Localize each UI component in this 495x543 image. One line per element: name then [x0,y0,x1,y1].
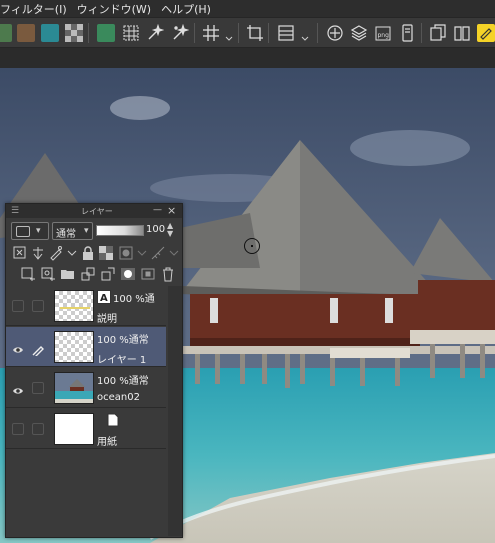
create-mask-icon[interactable] [120,266,136,282]
menu-help[interactable]: ヘルプ(H) [161,1,221,17]
svg-text:A: A [100,293,108,304]
color-swatch-green-icon[interactable] [0,24,12,42]
visibility-toggle[interactable] [12,300,24,312]
chevron-down-icon[interactable] [64,245,80,261]
transfer-down-icon[interactable] [80,266,96,282]
highlight-icon[interactable] [477,24,495,42]
clip-layer-icon[interactable] [12,245,28,261]
reference-layer-icon[interactable] [30,245,46,261]
panel-titlebar[interactable]: ☰ レイヤー — × [6,204,182,218]
phone-preview-icon[interactable] [398,24,416,42]
menu-window[interactable]: ウィンドウ(W) [77,1,161,17]
stack-icon[interactable] [350,24,368,42]
layer-color-select[interactable]: ▾ [11,222,49,240]
book-icon[interactable] [453,24,471,42]
chevron-down-icon[interactable] [166,245,182,261]
command-toolbar: png [0,17,495,48]
visibility-toggle[interactable] [12,423,24,435]
minimize-icon[interactable]: — [153,205,162,215]
chevron-down-icon[interactable] [225,28,233,41]
crop-icon[interactable] [246,24,264,42]
grid-select-icon[interactable] [122,24,140,42]
eye-icon[interactable] [12,382,24,394]
close-icon[interactable]: × [167,204,176,217]
grid-icon[interactable] [202,24,220,42]
layer-name: レイヤー 1 [97,355,147,366]
opacity-slider[interactable] [96,225,144,236]
panel-title: レイヤー [81,207,113,216]
layer-lock-toggle[interactable] [32,382,44,394]
paper-layer-icon [106,412,120,427]
layer-row-text[interactable]: A 100 %通 説明 [6,286,166,326]
chevron-down-icon: ▾ [84,226,89,236]
layer-panel: ☰ レイヤー — × ▾ 通常 ▾ 100 ▲ ▼ A 100 %通 説明 10… [5,203,183,538]
layer-thumbnail [54,331,94,363]
blend-mode-value: 通常 [56,229,76,240]
chevron-down-icon[interactable] [134,245,150,261]
layer-name: 用紙 [97,437,117,448]
draft-layer-icon[interactable] [48,245,64,261]
png-export-icon[interactable]: png [374,24,392,42]
panel-layout-icon[interactable] [277,24,295,42]
layer-row-image[interactable]: 100 %通常 ocean02 [6,368,166,408]
new-vector-layer-icon[interactable] [40,266,56,282]
layer-row-paper[interactable]: 用紙 [6,409,166,449]
magic-wand-icon[interactable] [146,24,164,42]
transparency-icon[interactable] [65,24,83,42]
menu-filter[interactable]: フィルター(I) [0,1,77,17]
tab-strip [0,48,495,68]
magic-wand-2-icon[interactable] [171,24,189,42]
brush-cursor [244,238,260,254]
blend-mode-select[interactable]: 通常 ▾ [52,222,93,240]
layer-thumbnail [54,372,94,404]
layer-options-row [6,243,182,263]
trash-icon[interactable] [160,266,176,282]
color-swatch-green-2-icon[interactable] [97,24,115,42]
apply-mask-icon[interactable] [140,266,156,282]
layer-name: ocean02 [97,392,140,403]
svg-text:png: png [378,32,390,39]
new-raster-layer-icon[interactable] [20,266,36,282]
layer-lock-toggle[interactable] [32,423,44,435]
layer-thumbnail [54,290,94,322]
menu-icon[interactable]: ☰ [11,206,19,216]
layer-meta: 100 %通常 [97,376,149,387]
layer-actions-row [6,264,182,284]
mask-enable-icon[interactable] [118,245,134,261]
layer-meta: 100 %通常 [97,335,149,346]
lock-icon[interactable] [80,245,96,261]
layer-property-row: ▾ 通常 ▾ 100 ▲ ▼ [6,220,182,242]
layer-name: 説明 [97,314,117,325]
new-folder-icon[interactable] [60,266,76,282]
layer-meta: 100 %通 [113,294,155,305]
layer-thumbnail [54,413,94,445]
text-layer-icon: A [97,289,111,304]
chevron-down-icon: ▾ [36,226,41,236]
layer-lock-toggle[interactable] [32,300,44,312]
copy-icon[interactable] [429,24,447,42]
color-swatch-brown-icon[interactable] [17,24,35,42]
layer-row-raster[interactable]: 100 %通常 レイヤー 1 [6,327,166,367]
eye-icon[interactable] [12,341,24,353]
layer-scrollbar[interactable] [168,286,182,536]
ruler-icon[interactable] [326,24,344,42]
chevron-down-icon[interactable] [301,28,309,41]
merge-down-icon[interactable] [100,266,116,282]
color-swatch-teal-icon[interactable] [41,24,59,42]
lock-transparent-icon[interactable] [98,245,114,261]
ruler-layer-icon[interactable] [150,245,166,261]
pencil-icon[interactable] [32,341,44,358]
opacity-value[interactable]: 100 [146,224,165,235]
opacity-stepper[interactable]: ▲ ▼ [167,222,173,238]
menu-bar: フィルター(I) ウィンドウ(W) ヘルプ(H) [0,0,495,17]
